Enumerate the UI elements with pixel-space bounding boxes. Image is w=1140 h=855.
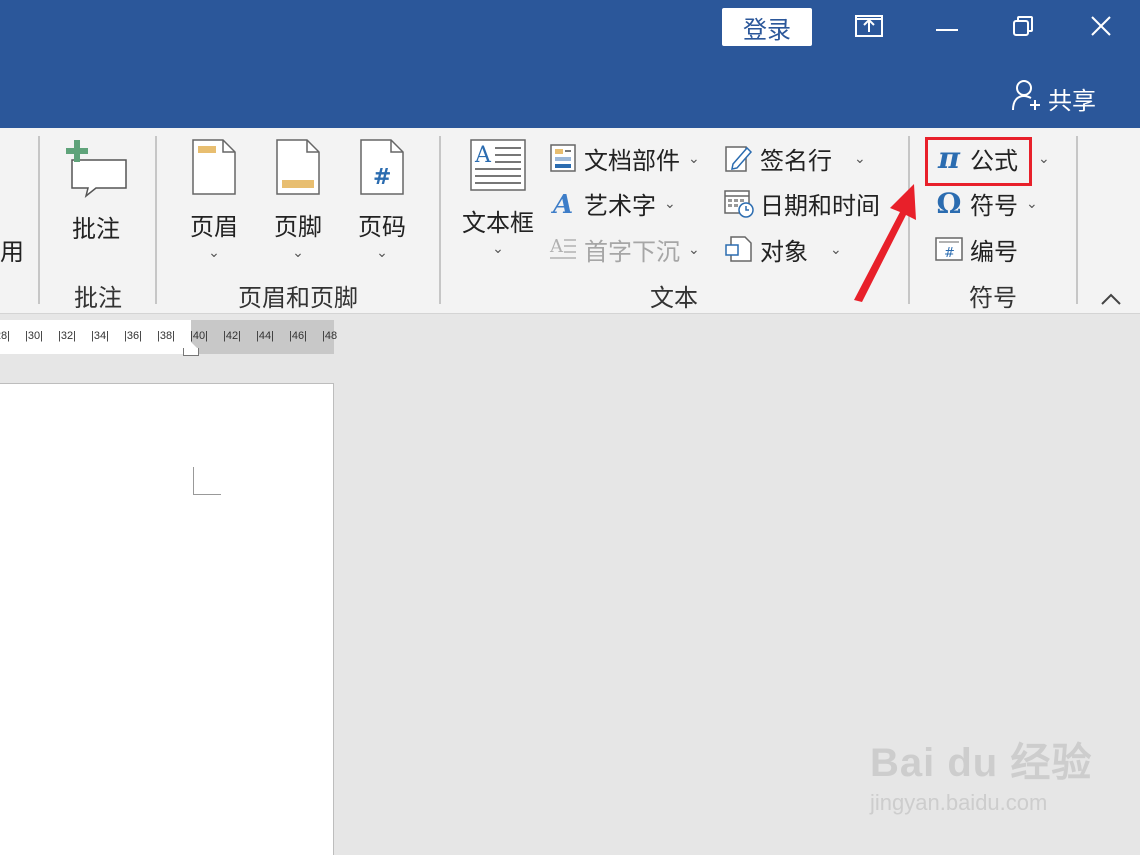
- chevron-down-icon: ⌄: [688, 149, 700, 166]
- ruler-tick-label: |32|: [58, 330, 76, 342]
- object-icon: [724, 234, 754, 264]
- person-add-icon: [1012, 79, 1048, 118]
- baidu-watermark-logo: Bai du 经验 jingyan.baidu.com: [870, 741, 1093, 815]
- signature-line-label: 签名行: [760, 147, 832, 175]
- chevron-down-icon: ⌄: [376, 244, 388, 260]
- share-button[interactable]: 共享: [1012, 79, 1096, 118]
- text-box-button-label: 文本框: [462, 210, 534, 237]
- chevron-down-icon: ⌄: [664, 194, 676, 211]
- quick-parts-icon: [548, 143, 578, 173]
- ruler-tick-label: |48: [322, 330, 338, 342]
- ribbon-display-icon: [855, 14, 883, 42]
- footer-button[interactable]: 页脚 ⌄: [274, 138, 322, 261]
- drop-cap-button: A 首字下沉 ⌄: [548, 231, 700, 267]
- ruler-tick-label: |40|: [190, 330, 208, 342]
- svg-text:A: A: [474, 143, 492, 168]
- symbol-label: 符号: [970, 192, 1018, 220]
- title-bar: 登录 共享: [0, 0, 1140, 128]
- svg-text:A: A: [549, 236, 564, 257]
- ruler-tick-label: |36|: [124, 330, 142, 342]
- indent-marker-base: [183, 348, 199, 356]
- chevron-down-icon: ⌄: [830, 240, 842, 257]
- group-separator: [38, 136, 40, 304]
- share-label: 共享: [1048, 87, 1096, 115]
- group-separator: [1076, 136, 1078, 304]
- login-button[interactable]: 登录: [722, 8, 812, 46]
- ruler-tick-label: |28|: [0, 330, 10, 342]
- comment-button-label: 批注: [72, 216, 120, 243]
- wordart-icon: A: [548, 188, 578, 218]
- group-separator: [439, 136, 441, 304]
- signature-line-icon: [724, 143, 754, 173]
- chevron-down-icon: ⌄: [854, 149, 866, 166]
- header-button-label: 页眉: [190, 214, 238, 241]
- chevron-down-icon: ⌄: [1038, 149, 1050, 166]
- group-label-symbols: 符号: [969, 285, 1017, 312]
- object-label: 对象: [760, 238, 808, 266]
- object-button[interactable]: 对象 ⌄: [724, 231, 842, 267]
- margin-corner-mark: [193, 467, 221, 495]
- group-separator: [155, 136, 157, 304]
- ruler-tick-label: |42|: [223, 330, 241, 342]
- wordart-label: 艺术字: [584, 192, 656, 220]
- wordart-button[interactable]: A 艺术字 ⌄: [548, 185, 676, 221]
- ruler-tick-label: |46|: [289, 330, 307, 342]
- minimize-icon: [936, 19, 958, 37]
- svg-text:#: #: [373, 165, 391, 190]
- quick-parts-button[interactable]: 文档部件 ⌄: [548, 140, 700, 176]
- drop-cap-label: 首字下沉: [584, 238, 680, 266]
- group-label-text: 文本: [650, 285, 698, 312]
- ruler-tick-label: |38|: [157, 330, 175, 342]
- number-label: 编号: [970, 238, 1018, 266]
- footer-button-label: 页脚: [274, 214, 322, 241]
- ribbon-display-options-button[interactable]: [847, 10, 891, 46]
- close-icon: [1090, 15, 1112, 42]
- chevron-down-icon: ⌄: [292, 244, 304, 260]
- document-page[interactable]: [0, 383, 334, 855]
- partial-left-button-label[interactable]: 用: [0, 232, 24, 267]
- ruler-tick-label: |30|: [25, 330, 43, 342]
- restore-button[interactable]: [1001, 10, 1045, 46]
- drop-cap-icon: A: [548, 234, 578, 264]
- minimize-button[interactable]: [925, 10, 969, 46]
- omega-icon: Ω: [936, 186, 962, 220]
- symbol-button[interactable]: Ω 符号 ⌄: [934, 185, 1038, 221]
- page-number-button[interactable]: # 页码 ⌄: [358, 138, 406, 261]
- comment-button[interactable]: 批注: [64, 138, 128, 244]
- number-icon: #: [934, 234, 964, 264]
- chevron-up-icon: [1100, 290, 1122, 310]
- text-box-button[interactable]: A 文本框 ⌄: [462, 138, 534, 257]
- page-number-button-label: 页码: [358, 214, 406, 241]
- collapse-ribbon-button[interactable]: [1100, 290, 1122, 311]
- footer-icon: [275, 138, 321, 201]
- ruler-tick-label: |34|: [91, 330, 109, 342]
- calendar-clock-icon: [724, 188, 754, 218]
- ribbon: 用 批注 批注 页眉 ⌄ 页脚 ⌄ # 页码 ⌄ 页眉和页脚 A 文本框 ⌄ 文…: [0, 128, 1140, 314]
- ruler-tick-label: |44|: [256, 330, 274, 342]
- svg-text:#: #: [944, 246, 955, 261]
- equation-label: 公式: [970, 147, 1018, 175]
- quick-parts-label: 文档部件: [584, 147, 680, 175]
- new-comment-icon: [64, 138, 128, 203]
- equation-button[interactable]: π 公式 ⌄: [934, 140, 1050, 176]
- chevron-down-icon: ⌄: [208, 244, 220, 260]
- group-label-header-footer: 页眉和页脚: [238, 285, 358, 312]
- annotation-arrow-icon: [850, 180, 930, 310]
- text-box-icon: A: [469, 138, 527, 197]
- signature-line-button[interactable]: 签名行 ⌄: [724, 140, 866, 176]
- chevron-down-icon: ⌄: [492, 240, 504, 256]
- pi-icon: π: [938, 140, 960, 176]
- header-icon: [191, 138, 237, 201]
- header-button[interactable]: 页眉 ⌄: [190, 138, 238, 261]
- group-label-comments: 批注: [74, 285, 122, 312]
- close-button[interactable]: [1079, 10, 1123, 46]
- restore-icon: [1012, 15, 1034, 42]
- chevron-down-icon: ⌄: [688, 240, 700, 257]
- page-number-icon: #: [359, 138, 405, 201]
- chevron-down-icon: ⌄: [1026, 194, 1038, 211]
- number-button[interactable]: # 编号: [934, 231, 1018, 267]
- svg-text:A: A: [550, 190, 573, 217]
